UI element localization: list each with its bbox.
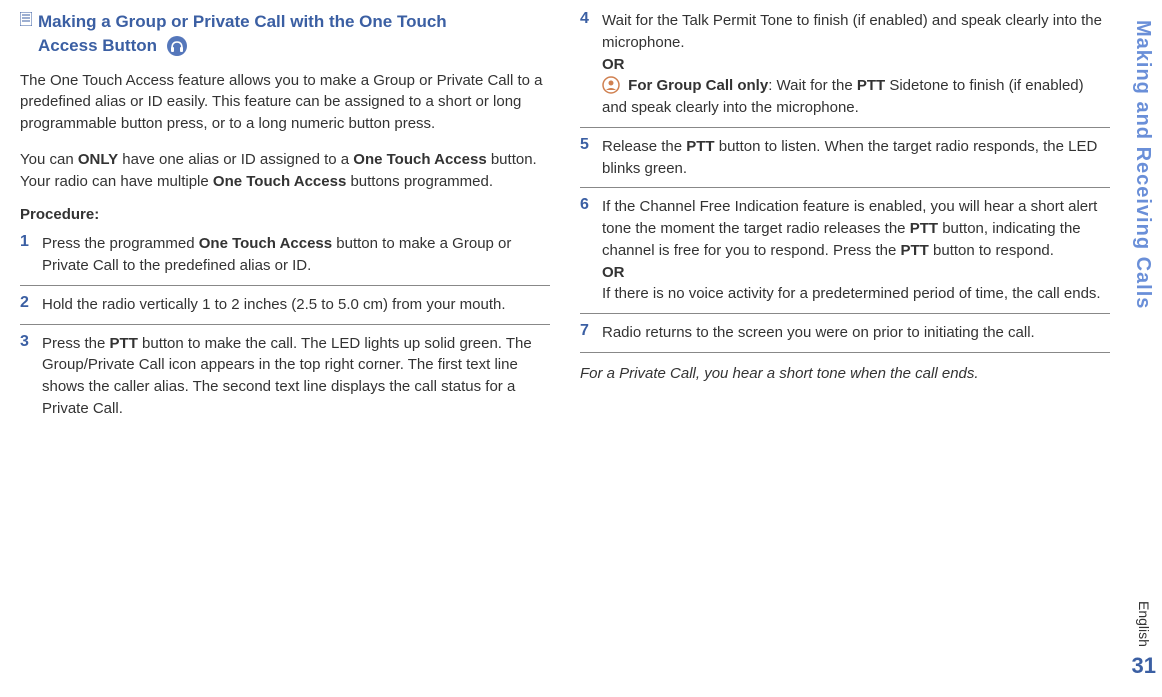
step-text: Wait for the Talk Permit Tone to finish … <box>602 10 1110 119</box>
para2: You can ONLY have one alias or ID assign… <box>20 149 550 193</box>
step-text: Release the PTT button to listen. When t… <box>602 136 1110 180</box>
side-title: Making and Receiving Calls <box>1131 20 1154 309</box>
text-bold: PTT <box>686 138 714 155</box>
page-number: 31 <box>1132 653 1156 679</box>
step-number: 7 <box>580 322 602 344</box>
text: Wait for the Talk Permit Tone to finish … <box>602 12 1102 51</box>
text-bold: For Group Call only <box>628 77 768 94</box>
english-label: English <box>1136 601 1152 647</box>
intro-paragraph: The One Touch Access feature allows you … <box>20 70 550 135</box>
page-content: Making a Group or Private Call with the … <box>20 10 1122 436</box>
step-number: 3 <box>20 333 42 420</box>
text-bold: One Touch Access <box>199 235 332 252</box>
title-line2: Access Button <box>38 36 157 55</box>
text: buttons programmed. <box>346 173 493 190</box>
text: button to respond. <box>929 242 1054 259</box>
text: If there is no voice activity for a pred… <box>602 285 1101 302</box>
title-line1: Making a Group or Private Call with the … <box>38 12 447 31</box>
step-number: 4 <box>580 10 602 119</box>
text: have one alias or ID assigned to a <box>118 151 353 168</box>
text: You can <box>20 151 78 168</box>
text-bold: ONLY <box>78 151 118 168</box>
step-number: 2 <box>20 294 42 316</box>
step-number: 1 <box>20 233 42 277</box>
procedure-label: Procedure: <box>20 206 550 223</box>
text: : Wait for the <box>768 77 857 94</box>
text-bold: PTT <box>910 220 938 237</box>
end-note: For a Private Call, you hear a short ton… <box>580 363 1110 385</box>
or-text: OR <box>602 262 1110 284</box>
step-text: Press the programmed One Touch Access bu… <box>42 233 550 277</box>
group-call-icon <box>602 76 620 94</box>
text: Press the programmed <box>42 235 199 252</box>
step-text: Hold the radio vertically 1 to 2 inches … <box>42 294 506 316</box>
headset-icon <box>166 35 188 57</box>
step-1: 1 Press the programmed One Touch Access … <box>20 233 550 286</box>
text-bold: One Touch Access <box>213 173 346 190</box>
step-number: 6 <box>580 196 602 305</box>
text-bold: PTT <box>110 335 138 352</box>
or-text: OR <box>602 54 1110 76</box>
step-6: 6 If the Channel Free Indication feature… <box>580 196 1110 314</box>
step-text: Radio returns to the screen you were on … <box>602 322 1035 344</box>
section-title: Making a Group or Private Call with the … <box>20 10 550 58</box>
step-text: Press the PTT button to make the call. T… <box>42 333 550 420</box>
text-bold: One Touch Access <box>353 151 486 168</box>
step-4: 4 Wait for the Talk Permit Tone to finis… <box>580 10 1110 128</box>
step-number: 5 <box>580 136 602 180</box>
step-2: 2 Hold the radio vertically 1 to 2 inche… <box>20 294 550 325</box>
step-7: 7 Radio returns to the screen you were o… <box>580 322 1110 353</box>
text-bold: PTT <box>901 242 929 259</box>
text: Press the <box>42 335 110 352</box>
document-icon <box>20 12 32 26</box>
step-3: 3 Press the PTT button to make the call.… <box>20 333 550 428</box>
right-column: 4 Wait for the Talk Permit Tone to finis… <box>580 10 1110 436</box>
step-text: If the Channel Free Indication feature i… <box>602 196 1110 305</box>
left-column: Making a Group or Private Call with the … <box>20 10 550 436</box>
text: Release the <box>602 138 686 155</box>
step-5: 5 Release the PTT button to listen. When… <box>580 136 1110 189</box>
text-bold: PTT <box>857 77 885 94</box>
